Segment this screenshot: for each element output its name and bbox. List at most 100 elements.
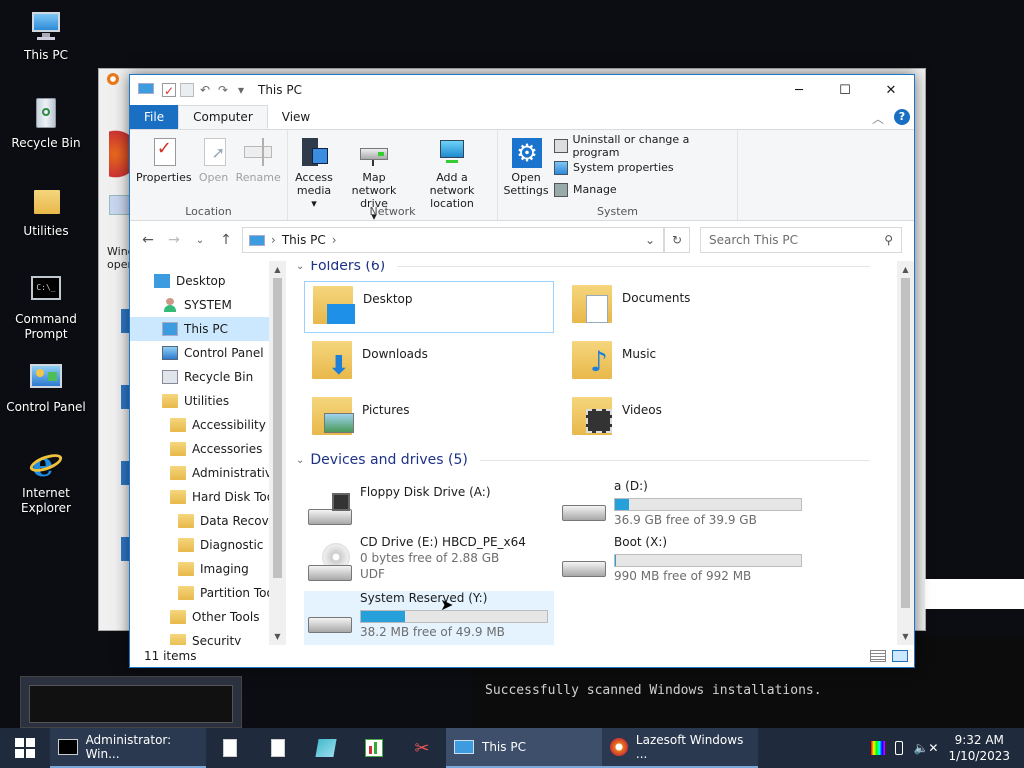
nav-item-system[interactable]: SYSTEM	[130, 293, 285, 317]
address-bar[interactable]: › This PC › ⌄	[242, 227, 664, 253]
drive-tile-floppy[interactable]: Floppy Disk Drive (A:)	[304, 485, 554, 541]
uninstall-program-button[interactable]: Uninstall or change a program	[554, 133, 733, 159]
start-button[interactable]	[0, 728, 50, 768]
refresh-button[interactable]: ↻	[664, 227, 690, 253]
folder-tile-videos[interactable]: Videos	[564, 393, 814, 445]
desktop-icon-utilities[interactable]: Utilities	[2, 184, 90, 239]
folder-name: Videos	[622, 403, 662, 417]
cd-drive-icon	[308, 543, 354, 583]
taskbar-pinned-tool[interactable]: ✂	[398, 728, 446, 768]
recent-locations-button[interactable]: ⌄	[190, 235, 210, 246]
scroll-thumb[interactable]	[901, 278, 910, 608]
system-properties-button[interactable]: System properties	[554, 158, 733, 177]
nav-item-desktop[interactable]: Desktop	[130, 269, 285, 293]
nav-scrollbar[interactable]: ▲ ▼	[269, 261, 286, 645]
navigation-pane[interactable]: Desktop SYSTEM This PC Control Panel Rec…	[130, 261, 285, 645]
help-icon[interactable]: ?	[894, 109, 910, 125]
desktop-icon-control-panel[interactable]: Control Panel	[2, 360, 90, 415]
file-explorer-window[interactable]: ✓ ↶ ↷ ▾ This PC ─ ☐ ✕ File Computer View…	[129, 74, 915, 668]
properties-icon[interactable]: ✓	[162, 83, 176, 98]
folder-tile-documents[interactable]: Documents	[564, 281, 814, 333]
nav-item-other-tools[interactable]: Other Tools	[130, 605, 285, 629]
address-row: ← → ⌄ ↑ › This PC › ⌄ ↻ Search This PC ⚲	[130, 221, 914, 259]
nav-item-diagnostic[interactable]: Diagnostic	[130, 533, 285, 557]
taskbar-item-this-pc[interactable]: This PC	[446, 728, 602, 768]
drive-tile-cd[interactable]: CD Drive (E:) HBCD_PE_x64 0 bytes free o…	[304, 535, 554, 591]
nav-item-hard-disk-tools[interactable]: Hard Disk Tools	[130, 485, 285, 509]
scroll-up-icon[interactable]: ▲	[269, 261, 286, 278]
content-scrollbar[interactable]: ▲ ▼	[897, 261, 914, 645]
back-button[interactable]: ←	[138, 232, 158, 248]
manage-label: Manage	[573, 183, 617, 196]
forward-button[interactable]: →	[164, 232, 184, 248]
devices-group-header[interactable]: ⌄ Devices and drives (5)	[290, 449, 890, 471]
maximize-button[interactable]: ☐	[822, 75, 868, 105]
folder-tile-desktop[interactable]: Desktop	[304, 281, 554, 333]
nav-item-data-recovery[interactable]: Data Recover	[130, 509, 285, 533]
tab-computer[interactable]: Computer	[178, 105, 268, 129]
nav-item-partition-tools[interactable]: Partition Tool	[130, 581, 285, 605]
nav-item-utilities[interactable]: Utilities	[130, 389, 285, 413]
manage-button[interactable]: Manage	[554, 180, 733, 199]
properties-button[interactable]: ✓ Properties	[134, 134, 194, 186]
tiles-view-icon[interactable]	[892, 650, 908, 662]
scroll-thumb[interactable]	[273, 278, 282, 578]
recycle-bin-icon	[162, 370, 178, 384]
drive-tile-y[interactable]: System Reserved (Y:) 38.2 MB free of 49.…	[304, 591, 554, 645]
close-button[interactable]: ✕	[868, 75, 914, 105]
desktop-icon-this-pc[interactable]: This PC	[2, 8, 90, 63]
drive-tile-d[interactable]: a (D:) 36.9 GB free of 39.9 GB	[558, 479, 808, 535]
desktop-icon-internet-explorer[interactable]: e Internet Explorer	[2, 446, 90, 516]
desktop-icon-command-prompt[interactable]: C:\_ Command Prompt	[2, 272, 90, 342]
folder-tile-music[interactable]: ♪ Music	[564, 337, 814, 389]
folder-tile-pictures[interactable]: Pictures	[304, 393, 554, 445]
minimize-button[interactable]: ─	[776, 75, 822, 105]
taskbar-thumbnail[interactable]	[20, 676, 242, 728]
taskbar-pinned-notepad[interactable]	[206, 728, 254, 768]
undo-icon[interactable]: ↶	[198, 83, 212, 97]
usb-icon[interactable]	[895, 741, 904, 755]
tab-file[interactable]: File	[130, 105, 179, 129]
folders-group-header[interactable]: ⌄ Folders (6)	[290, 261, 890, 277]
content-pane[interactable]: ⌄ Folders (6) Desktop Documents ⬇ Downlo…	[290, 261, 898, 645]
color-icon[interactable]	[871, 741, 886, 755]
scroll-down-icon[interactable]: ▼	[269, 628, 286, 645]
redo-icon[interactable]: ↷	[216, 83, 230, 97]
chevron-up-icon[interactable]: ︿	[872, 110, 884, 127]
nav-item-accessibility[interactable]: Accessibility	[130, 413, 285, 437]
scroll-up-icon[interactable]: ▲	[897, 261, 914, 278]
drive-tile-x[interactable]: Boot (X:) 990 MB free of 992 MB	[558, 535, 808, 591]
folder-tile-downloads[interactable]: ⬇ Downloads	[304, 337, 554, 389]
taskbar-item-lazesoft[interactable]: Lazesoft Windows ...	[602, 728, 758, 768]
nav-item-accessories[interactable]: Accessories	[130, 437, 285, 461]
nav-item-this-pc[interactable]: This PC	[130, 317, 285, 341]
nav-item-administrative[interactable]: Administrative	[130, 461, 285, 485]
nav-item-label: Partition Tool	[200, 586, 278, 600]
nav-item-control-panel[interactable]: Control Panel	[130, 341, 285, 365]
nav-item-imaging[interactable]: Imaging	[130, 557, 285, 581]
taskbar-item-admin-cmd[interactable]: Administrator: Win...	[50, 728, 206, 768]
hard-drive-icon	[562, 487, 608, 527]
nav-item-security[interactable]: Security	[130, 629, 285, 645]
desktop-icon-recycle-bin[interactable]: Recycle Bin	[2, 96, 90, 151]
chevron-down-icon[interactable]: ▾	[234, 83, 248, 97]
tab-view[interactable]: View	[268, 105, 324, 129]
clock[interactable]: 9:32 AM 1/10/2023	[948, 732, 1010, 764]
taskbar-pinned-app[interactable]	[302, 728, 350, 768]
nav-item-label: Other Tools	[192, 610, 260, 624]
taskbar-pinned-document[interactable]	[254, 728, 302, 768]
rename-button[interactable]: Rename	[234, 134, 283, 186]
scroll-down-icon[interactable]: ▼	[897, 628, 914, 645]
chevron-down-icon[interactable]: ⌄	[645, 233, 655, 247]
up-button[interactable]: ↑	[216, 232, 236, 248]
nav-item-label: Accessibility	[192, 418, 266, 432]
nav-item-recycle-bin[interactable]: Recycle Bin	[130, 365, 285, 389]
taskbar-pinned-chart[interactable]	[350, 728, 398, 768]
new-folder-icon[interactable]	[180, 83, 194, 97]
nav-item-label: This PC	[184, 322, 228, 336]
volume-muted-icon[interactable]: 🔈✕	[913, 741, 938, 755]
open-button[interactable]: ➚ Open	[196, 134, 232, 186]
title-bar[interactable]: ✓ ↶ ↷ ▾ This PC ─ ☐ ✕	[130, 75, 914, 105]
details-view-icon[interactable]	[870, 650, 886, 662]
search-input[interactable]: Search This PC ⚲	[700, 227, 902, 253]
